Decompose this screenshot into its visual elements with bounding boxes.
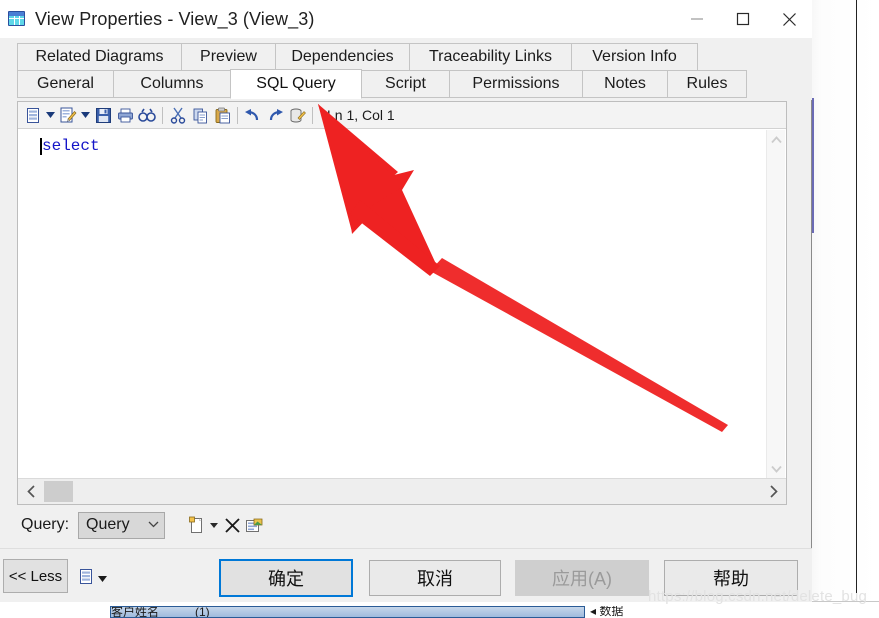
tab-row-secondary: Related Diagrams Preview Dependencies Tr…: [17, 43, 698, 71]
horizontal-scroll-thumb[interactable]: [44, 481, 73, 502]
separator-2: [237, 106, 238, 124]
view-properties-dialog: View Properties - View_3 (View_3) Relate…: [0, 0, 812, 602]
tab-permissions[interactable]: Permissions: [449, 70, 583, 98]
query-label: Query:: [21, 516, 70, 533]
tab-notes[interactable]: Notes: [582, 70, 668, 98]
query-properties-icon[interactable]: [243, 514, 265, 536]
ok-button[interactable]: 确定: [219, 559, 353, 597]
maximize-icon[interactable]: [720, 0, 766, 38]
query-dropdown[interactable]: Query: [78, 511, 166, 539]
background-selected-row: 客户姓名 (1): [110, 606, 585, 618]
scroll-up-icon[interactable]: [767, 130, 786, 149]
cancel-button[interactable]: 取消: [369, 560, 501, 596]
query-dropdown-value: Query: [86, 516, 130, 533]
watermark: https://blog.csdn.net/delete_bug: [648, 588, 868, 605]
chevron-down-icon: [148, 519, 159, 531]
edit-script-dropdown-icon[interactable]: [79, 104, 92, 126]
close-icon[interactable]: [766, 0, 812, 38]
title-bar: View Properties - View_3 (View_3): [0, 0, 812, 38]
screen: 客户姓名 (1) ◂ 数据 View Properties - View_3 (…: [0, 0, 879, 618]
less-button[interactable]: << Less: [3, 559, 68, 593]
redo-icon[interactable]: [264, 104, 286, 126]
background-row-label: ◂ 数据: [590, 606, 624, 618]
load-script-icon[interactable]: [22, 104, 44, 126]
tab-traceability-links[interactable]: Traceability Links: [409, 43, 572, 71]
find-icon[interactable]: [136, 104, 158, 126]
tab-strip: Related Diagrams Preview Dependencies Tr…: [0, 38, 812, 100]
background-blue-marker: [812, 98, 814, 233]
tab-dependencies[interactable]: Dependencies: [275, 43, 410, 71]
tab-rules[interactable]: Rules: [667, 70, 747, 98]
tab-row-primary: General Columns SQL Query Script Permiss…: [17, 69, 747, 99]
query-selector-row: Query: Query: [17, 506, 787, 544]
scroll-down-icon[interactable]: [767, 459, 786, 478]
sql-editor[interactable]: select: [18, 129, 768, 478]
sql-text: select: [42, 137, 100, 155]
tab-columns[interactable]: Columns: [113, 70, 231, 98]
print-icon[interactable]: [114, 104, 136, 126]
view-table-icon: [7, 9, 27, 29]
tab-general[interactable]: General: [17, 70, 114, 98]
cursor-position-status: Ln 1, Col 1: [327, 107, 395, 123]
tab-preview[interactable]: Preview: [181, 43, 276, 71]
tab-version-info[interactable]: Version Info: [571, 43, 698, 71]
apply-button: 应用(A): [515, 560, 649, 596]
edit-script-icon[interactable]: [57, 104, 79, 126]
editor-vertical-scrollbar[interactable]: [766, 130, 785, 478]
tab-sql-query[interactable]: SQL Query: [230, 69, 362, 99]
sql-query-panel: Ln 1, Col 1 select: [17, 101, 787, 505]
separator-1: [162, 106, 163, 124]
delete-query-icon[interactable]: [221, 514, 243, 536]
editor-toolbar: Ln 1, Col 1: [18, 102, 786, 129]
minimize-icon[interactable]: [674, 0, 720, 38]
new-query-icon[interactable]: [185, 514, 207, 536]
cut-icon[interactable]: [167, 104, 189, 126]
paste-icon[interactable]: [211, 104, 233, 126]
scroll-right-icon[interactable]: [760, 479, 786, 504]
undo-icon[interactable]: [242, 104, 264, 126]
separator-3: [312, 106, 313, 124]
new-query-dropdown-icon[interactable]: [207, 514, 221, 536]
scroll-left-icon[interactable]: [18, 479, 44, 504]
copy-icon[interactable]: [189, 104, 211, 126]
options-list-icon[interactable]: [78, 568, 96, 586]
database-icon[interactable]: [286, 104, 308, 126]
load-script-dropdown-icon[interactable]: [44, 104, 57, 126]
save-icon[interactable]: [92, 104, 114, 126]
editor-horizontal-scrollbar[interactable]: [18, 478, 786, 504]
background-right-edge: [856, 0, 857, 618]
tab-related-diagrams[interactable]: Related Diagrams: [17, 43, 182, 71]
tab-script[interactable]: Script: [361, 70, 450, 98]
window-title: View Properties - View_3 (View_3): [35, 8, 315, 29]
query-action-icons: [185, 514, 265, 536]
window-controls: [674, 0, 812, 38]
options-dropdown-icon[interactable]: [98, 574, 107, 584]
